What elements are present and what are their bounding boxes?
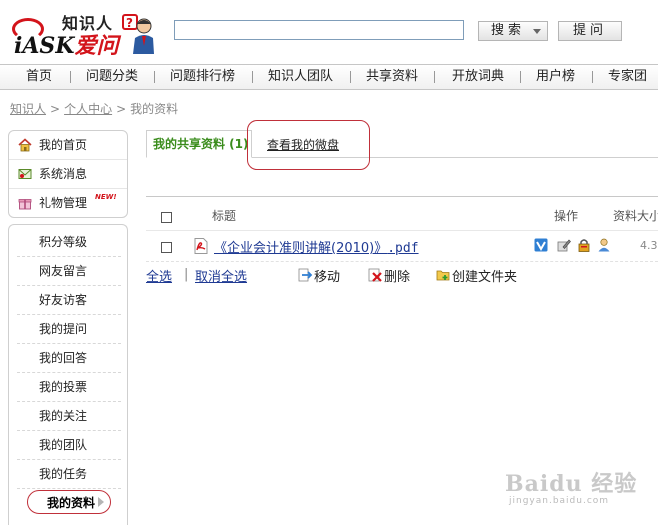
nav-item-ranking[interactable]: 问题排行榜: [170, 65, 235, 89]
breadcrumb-separator: >: [50, 102, 61, 116]
nav-item-categories[interactable]: 问题分类: [86, 65, 138, 89]
delete-icon: [368, 268, 382, 282]
sidebar-item-my-follows[interactable]: 我的关注: [17, 402, 121, 431]
baidu-watermark: Baidu 经验 jingyan.baidu.com: [505, 466, 655, 521]
search-input[interactable]: [174, 20, 464, 40]
main-nav: 首页 问题分类 问题排行榜 知识人团队 共享资料 开放词典 用户榜 专家团: [0, 64, 658, 90]
breadcrumb-separator: >: [116, 102, 127, 116]
sidebar-item-my-votes[interactable]: 我的投票: [17, 373, 121, 402]
deselect-all-link[interactable]: 取消全选: [195, 266, 247, 285]
sidebar-top-menu: 我的首页 系统消息 礼物管理 NEW!: [8, 130, 128, 218]
row-checkbox[interactable]: [161, 242, 172, 253]
nav-separator: [592, 71, 593, 83]
active-item-highlight: [27, 490, 111, 514]
edit-icon[interactable]: [557, 238, 571, 252]
column-header-size: 资料大小: [613, 209, 658, 223]
sidebar-item-label: 系统消息: [39, 167, 88, 181]
svg-text:?: ?: [126, 16, 133, 30]
new-badge: NEW!: [95, 193, 117, 201]
nav-item-home[interactable]: 首页: [26, 65, 52, 89]
home-icon: [18, 138, 32, 152]
table-row: 《企业会计准则讲解(2010)》.pdf 4.3: [146, 230, 658, 262]
watermark-main: Baidu 经验: [505, 471, 638, 497]
annotation-highlight-ring: [247, 120, 370, 170]
sidebar-item-gift-management[interactable]: 礼物管理 NEW!: [9, 189, 127, 217]
move-icon: [298, 268, 313, 282]
tab-my-shared-files[interactable]: 我的共享资料 (1): [146, 130, 252, 158]
lock-icon[interactable]: [577, 238, 591, 252]
actions-separator: |: [184, 267, 189, 282]
column-header-title: 标题: [212, 209, 237, 223]
user-icon[interactable]: [597, 238, 611, 252]
sidebar-item-my-questions[interactable]: 我的提问: [17, 315, 121, 344]
sidebar-item-friend-visitors[interactable]: 好友访客: [17, 286, 121, 315]
search-dropdown-arrow-icon[interactable]: [533, 29, 541, 34]
search-button[interactable]: 搜索: [478, 21, 548, 41]
table-header: 标题 操作 资料大小: [146, 196, 658, 231]
message-icon: [18, 169, 32, 179]
sidebar-menu: 积分等级 网友留言 好友访客 我的提问 我的回答 我的投票 我的关注 我的团队 …: [8, 224, 128, 525]
nav-separator: [434, 71, 435, 83]
arrow-right-icon: [98, 497, 104, 507]
site-logo[interactable]: 知识人 iASK爱问 ?: [10, 8, 160, 59]
folder-add-icon: [436, 270, 450, 281]
sidebar-item-label: 礼物管理: [39, 196, 88, 210]
search-button-label: 搜索: [491, 23, 526, 38]
nav-item-open-dictionary[interactable]: 开放词典: [452, 65, 504, 89]
sidebar-item-label: 我的首页: [39, 138, 88, 152]
nav-item-shared-files[interactable]: 共享资料: [366, 65, 418, 89]
breadcrumb-home[interactable]: 知识人: [10, 102, 46, 116]
nav-item-team[interactable]: 知识人团队: [268, 65, 333, 89]
file-link[interactable]: 《企业会计准则讲解(2010)》.pdf: [214, 237, 419, 256]
verified-icon[interactable]: [534, 238, 548, 252]
gift-icon: [18, 199, 32, 210]
sidebar-item-points-level[interactable]: 积分等级: [17, 228, 121, 257]
nav-separator: [520, 71, 521, 83]
breadcrumb-current: 我的资料: [130, 102, 179, 116]
nav-item-experts[interactable]: 专家团: [608, 65, 647, 89]
nav-separator: [154, 71, 155, 83]
column-header-ops: 操作: [554, 209, 579, 223]
file-size: 4.3: [640, 239, 658, 252]
sidebar-item-my-answers[interactable]: 我的回答: [17, 344, 121, 373]
logo-person-icon: ?: [122, 14, 154, 54]
select-all-checkbox[interactable]: [161, 212, 172, 223]
nav-separator: [252, 71, 253, 83]
nav-separator: [350, 71, 351, 83]
sidebar-item-my-tasks[interactable]: 我的任务: [17, 460, 121, 489]
nav-separator: [70, 71, 71, 83]
breadcrumb: 知识人 > 个人中心 > 我的资料: [10, 100, 178, 117]
watermark-sub: jingyan.baidu.com: [509, 496, 610, 506]
pdf-icon: [194, 238, 208, 254]
breadcrumb-user-center[interactable]: 个人中心: [64, 102, 112, 116]
sidebar-item-my-team[interactable]: 我的团队: [17, 431, 121, 460]
select-all-link[interactable]: 全选: [146, 266, 172, 285]
nav-item-user-ranking[interactable]: 用户榜: [536, 65, 575, 89]
ask-button[interactable]: 提问: [558, 21, 622, 41]
sidebar-item-guestbook[interactable]: 网友留言: [17, 257, 121, 286]
sidebar-item-my-home[interactable]: 我的首页: [9, 131, 127, 160]
logo-text-brand: iASK爱问: [14, 33, 119, 59]
